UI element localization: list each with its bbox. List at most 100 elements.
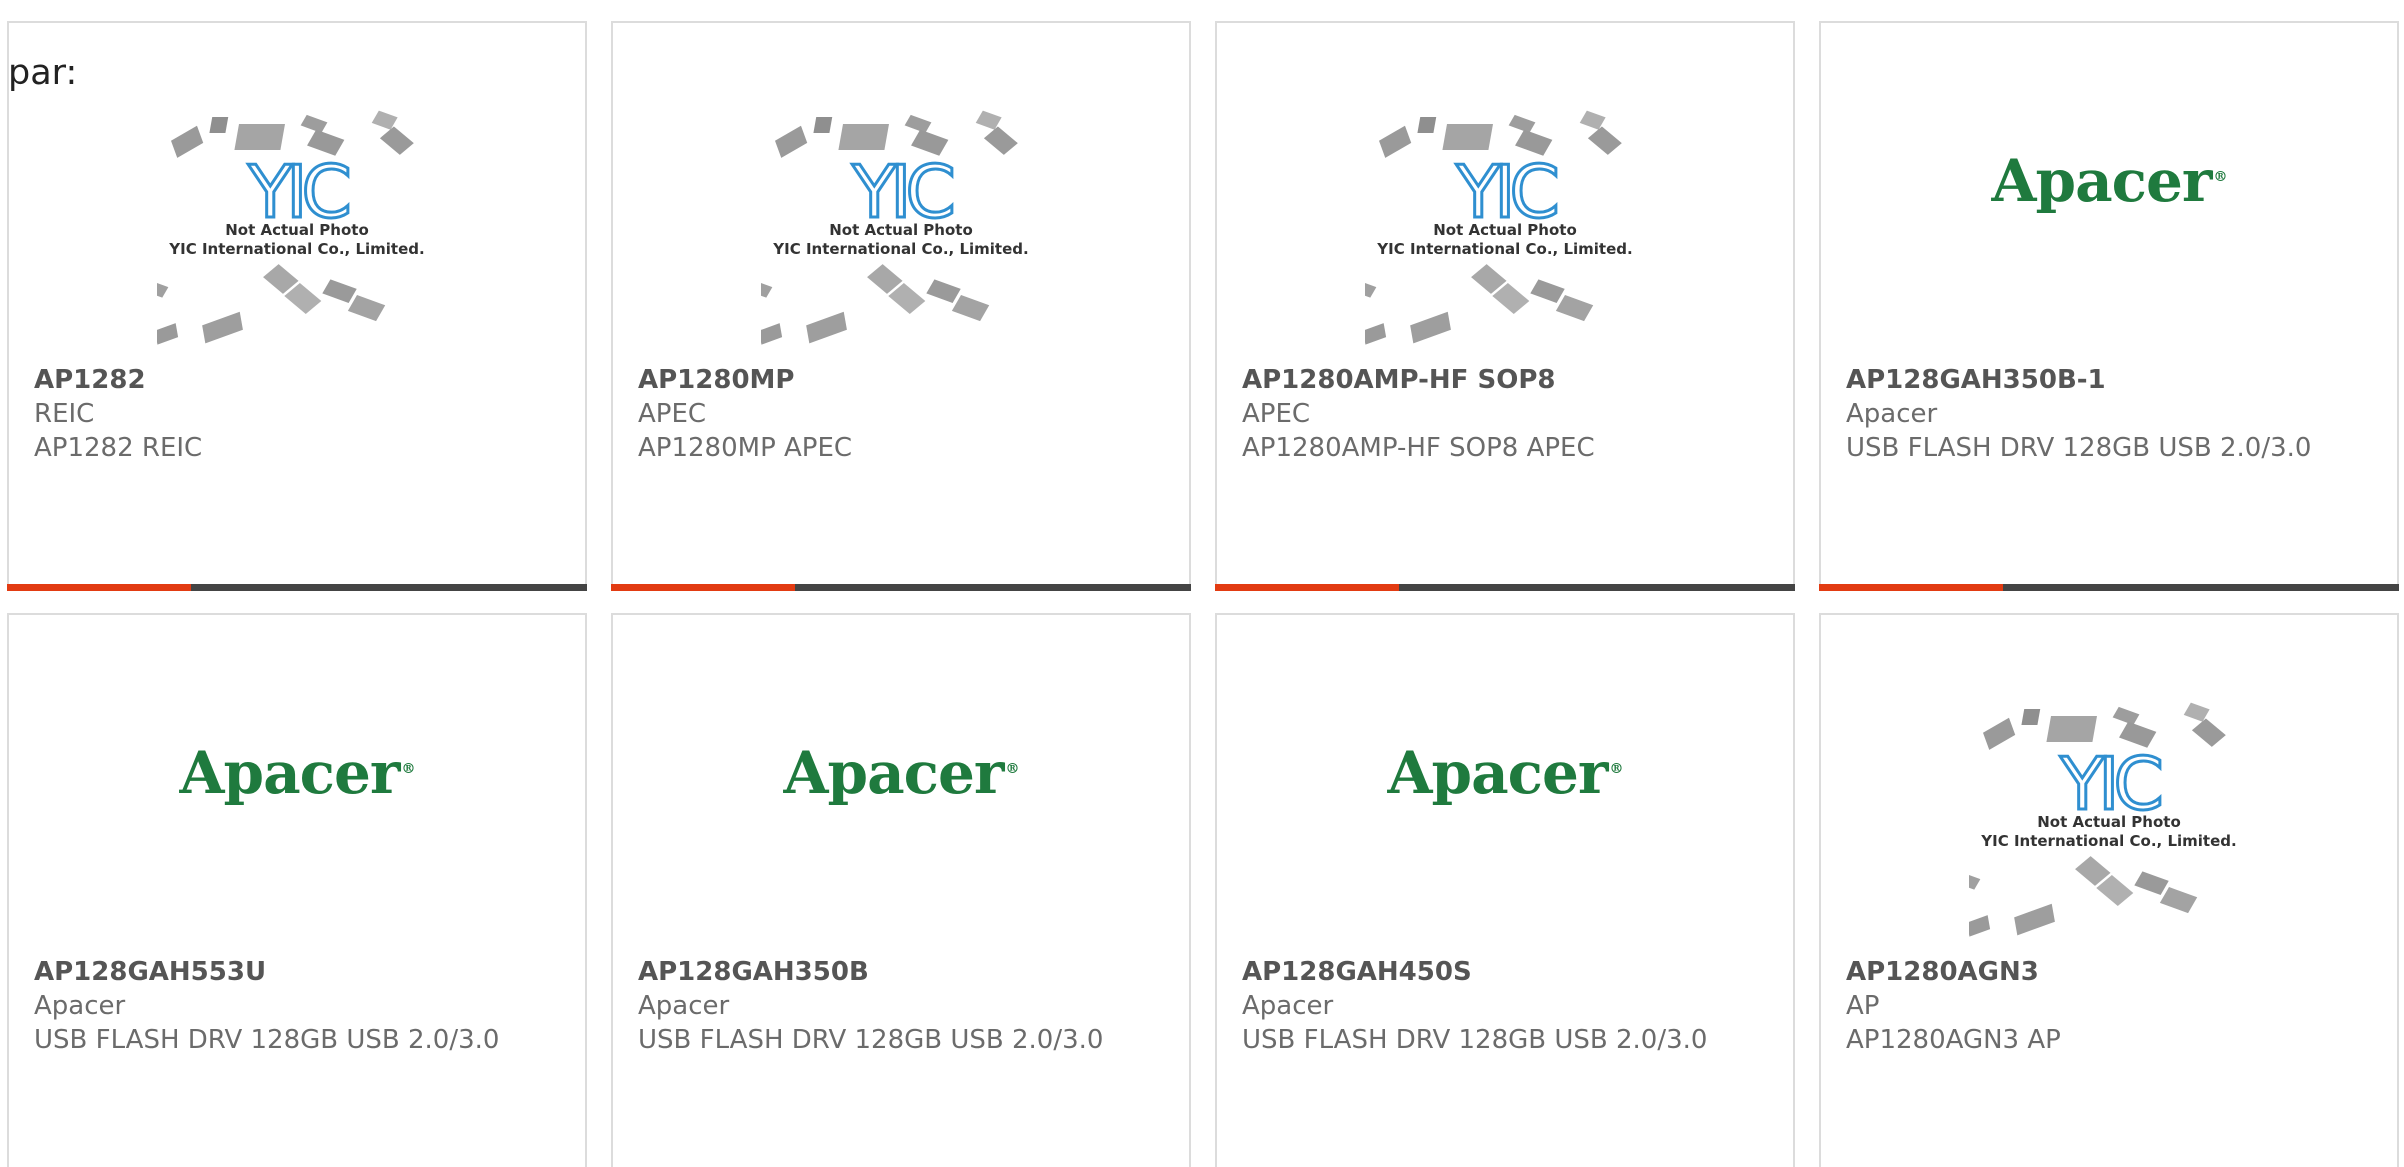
product-card[interactable]: Apacer ® AP128GAH350B Apacer USB FLASH DR… — [611, 613, 1191, 1167]
apacer-logo-text: Apacer — [1387, 739, 1609, 807]
placeholder-company: YIC International Co., Limited. — [772, 240, 1028, 258]
placeholder-company: YIC International Co., Limited. — [168, 240, 424, 258]
chip-illustration — [2112, 706, 2140, 725]
product-part-number[interactable]: AP128GAH450S — [1242, 955, 1753, 989]
product-image[interactable]: Apacer ® — [1821, 107, 2397, 377]
product-image[interactable]: Apacer ® — [9, 699, 585, 969]
product-part-number[interactable]: AP1282 — [34, 363, 545, 397]
chip-illustration — [379, 126, 414, 155]
product-part-number[interactable]: AP1280AMP-HF SOP8 — [1242, 363, 1753, 397]
product-description: USB FLASH DRV 128GB USB 2.0/3.0 — [1242, 1025, 1708, 1055]
product-manufacturer: Apacer — [34, 991, 126, 1021]
chip-illustration — [761, 323, 783, 345]
product-manufacturer: APEC — [1242, 399, 1311, 429]
card-bottom-bar — [1819, 584, 2399, 591]
card-accent-bar — [611, 584, 795, 591]
placeholder-caption: Not Actual Photo — [1433, 221, 1577, 239]
registered-mark: ® — [2213, 168, 2227, 185]
card-accent-bar — [1215, 584, 1399, 591]
chip-illustration — [2046, 716, 2098, 742]
card-bottom-bar — [7, 584, 587, 591]
chip-illustration — [951, 295, 990, 322]
product-card[interactable]: YIC Not Actual Photo YIC International Co.… — [1215, 21, 1795, 591]
chip-illustration — [838, 124, 890, 150]
product-description: USB FLASH DRV 128GB USB 2.0/3.0 — [1846, 433, 2312, 463]
placeholder-caption: Not Actual Photo — [225, 221, 369, 239]
product-manufacturer: REIC — [34, 399, 95, 429]
apacer-logo-text: Apacer — [783, 739, 1005, 807]
chip-illustration — [170, 125, 204, 158]
placeholder-company: YIC International Co., Limited. — [1980, 832, 2236, 850]
chip-illustration — [202, 311, 243, 344]
not-actual-photo-placeholder: YICNot Actual PhotoYIC International Co.… — [1365, 110, 1633, 345]
chip-illustration — [347, 295, 386, 322]
chip-illustration — [300, 114, 328, 133]
chip-illustration — [209, 117, 229, 133]
product-manufacturer: AP — [1846, 991, 1880, 1021]
product-part-number[interactable]: AP1280MP — [638, 363, 1149, 397]
product-card[interactable]: YIC Not Actual Photo YIC International Co.… — [1819, 613, 2399, 1167]
chip-illustration — [234, 124, 286, 150]
registered-mark: ® — [401, 760, 415, 777]
product-image[interactable]: Apacer ® — [1217, 699, 1793, 969]
product-manufacturer: Apacer — [1242, 991, 1334, 1021]
product-part-number[interactable]: AP128GAH350B-1 — [1846, 363, 2357, 397]
product-card[interactable]: YIC Not Actual Photo YIC International Co.… — [611, 21, 1191, 591]
placeholder-company: YIC International Co., Limited. — [1376, 240, 1632, 258]
chip-illustration — [2191, 718, 2226, 747]
card-accent-bar — [1819, 584, 2003, 591]
placeholder-caption: Not Actual Photo — [829, 221, 973, 239]
product-card[interactable]: Apacer ® AP128GAH450S Apacer USB FLASH DR… — [1215, 613, 1795, 1167]
product-manufacturer: APEC — [638, 399, 707, 429]
product-grid: YIC Not Actual Photo YIC International Co.… — [7, 21, 2399, 591]
product-part-number[interactable]: AP128GAH553U — [34, 955, 545, 989]
chip-illustration — [157, 280, 169, 298]
stray-label: par: — [8, 53, 78, 93]
product-image[interactable]: YIC Not Actual Photo YIC International Co.… — [9, 107, 585, 377]
product-grid-row-2: Apacer ® AP128GAH553U Apacer USB FLASH DR… — [7, 613, 2399, 1167]
product-image[interactable]: YIC Not Actual Photo YIC International Co.… — [1217, 107, 1793, 377]
not-actual-photo-placeholder: YICNot Actual PhotoYIC International Co.… — [761, 110, 1029, 345]
chip-illustration — [761, 280, 773, 298]
product-description: USB FLASH DRV 128GB USB 2.0/3.0 — [34, 1025, 500, 1055]
product-image[interactable]: YIC Not Actual Photo YIC International Co.… — [1821, 699, 2397, 969]
product-card[interactable]: Apacer ® AP128GAH553U Apacer USB FLASH DR… — [7, 613, 587, 1167]
chip-illustration — [1530, 279, 1565, 304]
chip-illustration — [2134, 871, 2169, 896]
product-description: AP1282 REIC — [34, 433, 203, 463]
chip-illustration — [2014, 903, 2055, 936]
chip-illustration — [1365, 323, 1387, 345]
product-part-number[interactable]: AP1280AGN3 — [1846, 955, 2357, 989]
product-part-number[interactable]: AP128GAH350B — [638, 955, 1149, 989]
chip-illustration — [806, 311, 847, 344]
product-description: USB FLASH DRV 128GB USB 2.0/3.0 — [638, 1025, 1104, 1055]
chip-illustration — [774, 125, 808, 158]
chip-illustration — [1417, 117, 1437, 133]
chip-illustration — [904, 114, 932, 133]
chip-illustration — [1587, 126, 1622, 155]
not-actual-photo-placeholder: YICNot Actual PhotoYIC International Co.… — [1969, 702, 2237, 937]
product-image[interactable]: Apacer ® — [613, 699, 1189, 969]
product-grid-page: par: YIC Not Actual Photo YIC Internationa… — [0, 0, 2404, 1167]
chip-illustration — [1442, 124, 1494, 150]
placeholder-caption: Not Actual Photo — [2037, 813, 2181, 831]
chip-illustration — [1982, 717, 2016, 750]
chip-illustration — [926, 279, 961, 304]
product-manufacturer: Apacer — [638, 991, 730, 1021]
chip-illustration — [1555, 295, 1594, 322]
chip-illustration — [157, 323, 179, 345]
product-description: AP1280AMP-HF SOP8 APEC — [1242, 433, 1595, 463]
card-bottom-bar — [611, 584, 1191, 591]
card-accent-bar — [7, 584, 191, 591]
chip-illustration — [813, 117, 833, 133]
apacer-logo: Apacer ® — [783, 739, 1020, 807]
chip-illustration — [2159, 887, 2198, 914]
registered-mark: ® — [1609, 760, 1623, 777]
product-description: AP1280AGN3 AP — [1846, 1025, 2061, 1055]
chip-illustration — [1410, 311, 1451, 344]
chip-illustration — [983, 126, 1018, 155]
product-card[interactable]: YIC Not Actual Photo YIC International Co.… — [7, 21, 587, 591]
chip-illustration — [322, 279, 357, 304]
product-image[interactable]: YIC Not Actual Photo YIC International Co.… — [613, 107, 1189, 377]
product-card[interactable]: Apacer ® AP128GAH350B-1 Apacer USB FLASH … — [1819, 21, 2399, 591]
